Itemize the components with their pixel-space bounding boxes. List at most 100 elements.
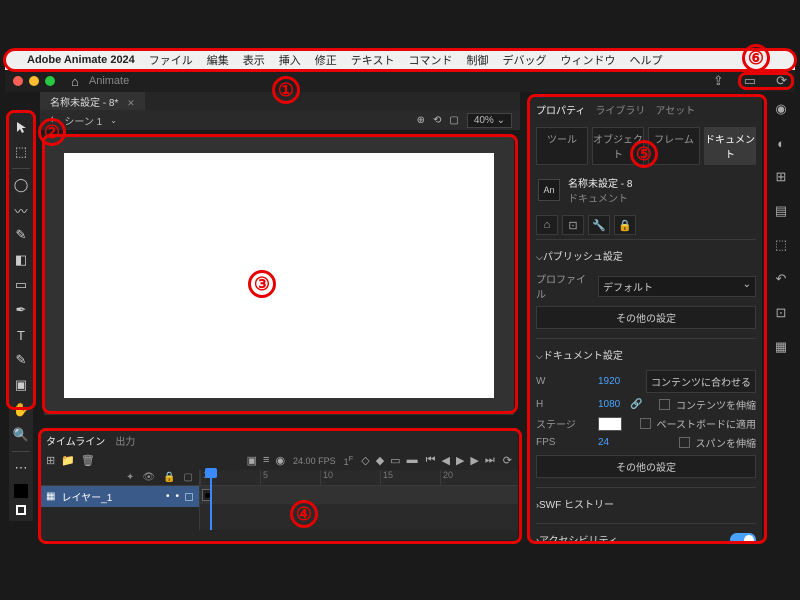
more-tools-icon[interactable]: ⋯: [12, 459, 30, 477]
fps-value[interactable]: 24: [598, 437, 609, 448]
close-window-icon[interactable]: [13, 76, 23, 86]
menu-debug[interactable]: デバッグ: [502, 52, 546, 68]
window-controls[interactable]: [13, 76, 55, 86]
menu-window[interactable]: ウィンドウ: [560, 52, 615, 68]
play-icon[interactable]: ▶: [456, 454, 464, 467]
new-layer-icon[interactable]: ⊞: [46, 454, 55, 467]
insert-keyframe-icon[interactable]: ◇: [361, 454, 369, 467]
height-value[interactable]: 1080: [598, 399, 620, 410]
accessibility-header[interactable]: アクセシビリティ: [536, 530, 756, 542]
doc-more-settings-button[interactable]: その他の設定: [536, 455, 756, 478]
menu-view[interactable]: 表示: [243, 52, 265, 68]
tab-output[interactable]: 出力: [115, 433, 135, 448]
tab-assets[interactable]: アセット: [655, 102, 695, 117]
pen-tool-icon[interactable]: ✒: [12, 301, 30, 319]
selection-tool-icon[interactable]: [12, 118, 30, 136]
loop-icon[interactable]: ⟳: [503, 454, 512, 467]
properties-panel-icon[interactable]: ◉: [772, 100, 790, 118]
menu-edit[interactable]: 編集: [207, 52, 229, 68]
menu-file[interactable]: ファイル: [149, 52, 193, 68]
free-transform-tool-icon[interactable]: ⬚: [12, 143, 30, 161]
menu-insert[interactable]: 挿入: [279, 52, 301, 68]
clip-icon[interactable]: ▢: [449, 115, 458, 126]
scene-dropdown-icon[interactable]: ⌄: [110, 116, 117, 125]
zoom-dropdown[interactable]: 40% ⌄: [467, 113, 512, 128]
transform-panel-icon[interactable]: ⬚: [772, 236, 790, 254]
maximize-window-icon[interactable]: [45, 76, 55, 86]
new-folder-icon[interactable]: 📁: [61, 454, 75, 467]
visibility-header-icon[interactable]: 👁: [142, 472, 155, 483]
brush-tool-icon[interactable]: ✎: [12, 226, 30, 244]
lock-icon[interactable]: 🔒: [614, 215, 636, 235]
menu-text[interactable]: テキスト: [351, 52, 395, 68]
workspace-icon[interactable]: ▭: [744, 73, 756, 89]
insert-frame-icon[interactable]: ▭: [390, 454, 400, 467]
animate-tab[interactable]: Animate: [89, 75, 129, 87]
eraser-tool-icon[interactable]: ◧: [12, 251, 30, 269]
home-icon[interactable]: ⌂: [71, 74, 79, 89]
layer-visibility-dot[interactable]: •: [166, 491, 170, 502]
library-panel-icon[interactable]: ▤: [772, 202, 790, 220]
layer-row[interactable]: ▦ レイヤー_1 • •: [40, 486, 199, 507]
accessibility-toggle[interactable]: [730, 533, 756, 543]
link-dimensions-icon[interactable]: 🔗: [630, 399, 642, 410]
menu-control[interactable]: 制御: [466, 52, 488, 68]
layer-depth-icon[interactable]: ≡: [263, 454, 269, 467]
scene-nav-icon[interactable]: ✦: [48, 115, 56, 126]
eyedropper-tool-icon[interactable]: ✎: [12, 351, 30, 369]
insert-blank-keyframe-icon[interactable]: ◆: [376, 454, 384, 467]
share-icon[interactable]: ⇪: [713, 73, 724, 89]
delete-layer-icon[interactable]: 🗑: [81, 454, 95, 467]
publish-settings-header[interactable]: パブリッシュ設定: [536, 246, 756, 269]
apply-pasteboard-checkbox[interactable]: [640, 418, 651, 429]
text-tool-icon[interactable]: T: [12, 326, 30, 344]
color-panel-icon[interactable]: ◐: [772, 134, 790, 152]
highlight-layer-icon[interactable]: ✦: [126, 472, 134, 483]
lasso-tool-icon[interactable]: ◯: [12, 176, 30, 194]
timeline-ruler[interactable]: 1 5 10 15 20: [200, 470, 518, 486]
outline-header-icon[interactable]: ▢: [184, 472, 193, 483]
fit-content-button[interactable]: コンテンツに合わせる: [646, 370, 756, 393]
fluid-brush-tool-icon[interactable]: 〰: [12, 201, 30, 219]
minimize-window-icon[interactable]: [29, 76, 39, 86]
timeline-track[interactable]: [200, 486, 518, 504]
layer-outline-box[interactable]: [185, 493, 193, 501]
rectangle-tool-icon[interactable]: ▭: [12, 276, 30, 294]
camera-layer-icon[interactable]: ▣: [247, 454, 257, 467]
step-back-icon[interactable]: ◀: [441, 454, 449, 467]
scene-label[interactable]: シーン 1: [64, 113, 102, 128]
rotate-icon[interactable]: ⟲: [433, 115, 441, 126]
camera-tool-icon[interactable]: ▣: [12, 376, 30, 394]
subtab-tool[interactable]: ツール: [536, 127, 588, 165]
edit-scene-icon[interactable]: ⌂: [536, 215, 558, 235]
zoom-tool-icon[interactable]: 🔍: [12, 426, 30, 444]
subtab-frame[interactable]: フレーム: [648, 127, 700, 165]
swf-history-header[interactable]: SWF ヒストリー: [536, 494, 756, 517]
timeline-frames[interactable]: 1 5 10 15 20: [200, 470, 518, 530]
menu-help[interactable]: ヘルプ: [629, 52, 662, 68]
fill-color-icon[interactable]: [14, 484, 28, 498]
layer-lock-dot[interactable]: •: [175, 491, 179, 502]
align-panel-icon[interactable]: ⊞: [772, 168, 790, 186]
subtab-document[interactable]: ドキュメント: [704, 127, 756, 165]
playhead[interactable]: [210, 470, 212, 530]
stage-canvas[interactable]: [64, 153, 494, 398]
subtab-object[interactable]: オブジェクト: [592, 127, 644, 165]
sync-icon[interactable]: ⟳: [776, 73, 787, 89]
tab-properties[interactable]: プロパティ: [536, 102, 585, 117]
step-forward-icon[interactable]: ▶: [470, 454, 478, 467]
scale-span-checkbox[interactable]: [679, 437, 690, 448]
wrench-icon[interactable]: 🔧: [588, 215, 610, 235]
stroke-color-icon[interactable]: [16, 505, 26, 515]
remove-frame-icon[interactable]: ▬: [407, 454, 418, 467]
history-panel-icon[interactable]: ↶: [772, 270, 790, 288]
document-settings-header[interactable]: ドキュメント設定: [536, 345, 756, 368]
close-tab-icon[interactable]: ✕: [127, 98, 135, 108]
onion-skin-icon[interactable]: ◉: [275, 454, 285, 467]
lock-header-icon[interactable]: 🔒: [163, 472, 175, 483]
layer-name[interactable]: レイヤー_1: [61, 489, 112, 504]
document-tab[interactable]: 名称未設定 - 8* ✕: [40, 92, 145, 111]
swatches-panel-icon[interactable]: ▦: [772, 338, 790, 356]
center-stage-icon[interactable]: ⊕: [417, 115, 425, 126]
scale-content-checkbox[interactable]: [659, 399, 670, 410]
